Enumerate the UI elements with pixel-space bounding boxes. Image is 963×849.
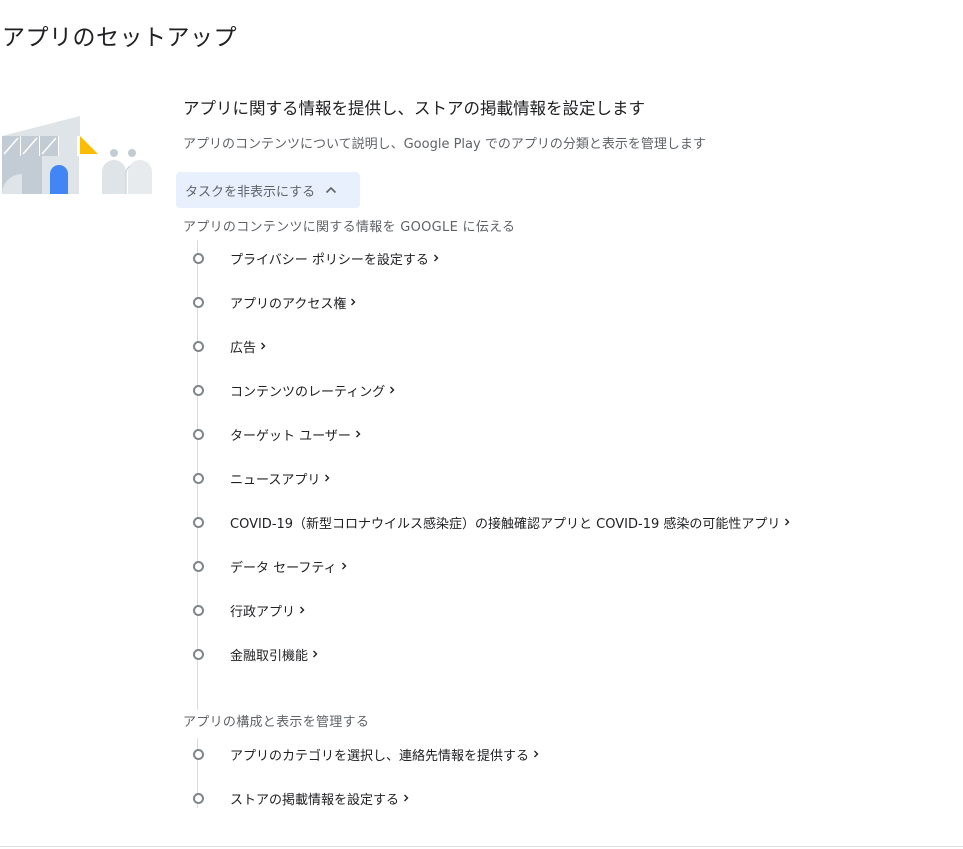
group-title-store-presence: アプリの構成と表示を管理する (183, 715, 370, 730)
setup-illustration (2, 116, 152, 194)
page-title: アプリのセットアップ (2, 25, 237, 51)
chevron-right-icon (298, 605, 306, 615)
chevron-right-icon (402, 793, 410, 803)
chevron-up-icon (324, 183, 338, 197)
chevron-right-icon (340, 561, 348, 571)
chevron-right-icon (259, 341, 267, 351)
task-item: COVID-19（新型コロナウイルス感染症）の接触確認アプリと COVID-19… (190, 511, 791, 533)
task-item: 金融取引機能 (190, 643, 319, 665)
chevron-right-icon (323, 473, 331, 483)
task-item: データ セーフティ (190, 555, 348, 577)
hide-tasks-button[interactable]: タスクを非表示にする (176, 172, 360, 208)
task-link-content-rating[interactable]: コンテンツのレーティング (230, 381, 396, 400)
group-title-content-info: アプリのコンテンツに関する情報を GOOGLE に伝える (183, 220, 516, 235)
chevron-right-icon (349, 297, 357, 307)
task-item: 広告 (190, 335, 267, 357)
task-status-circle (193, 648, 204, 660)
task-link-target-audience[interactable]: ターゲット ユーザー (230, 425, 362, 444)
task-item: ストアの掲載情報を設定する (190, 787, 410, 809)
task-status-circle (193, 428, 204, 440)
task-item: アプリのカテゴリを選択し、連絡先情報を提供する (190, 743, 540, 765)
task-item: 行政アプリ (190, 599, 306, 621)
chevron-right-icon (354, 429, 362, 439)
task-status-circle (193, 384, 204, 396)
task-status-circle (193, 792, 204, 804)
chevron-right-icon (532, 749, 540, 759)
section-heading: アプリに関する情報を提供し、ストアの掲載情報を設定します (183, 99, 645, 118)
bottom-divider (0, 846, 963, 847)
task-item: ニュースアプリ (190, 467, 331, 489)
task-status-circle (193, 472, 204, 484)
task-status-circle (193, 296, 204, 308)
chevron-right-icon (311, 649, 319, 659)
task-status-circle (193, 340, 204, 352)
section-description: アプリのコンテンツについて説明し、Google Play でのアプリの分類と表示… (183, 137, 706, 152)
task-status-circle (193, 748, 204, 760)
task-status-circle (193, 604, 204, 616)
task-status-circle (193, 560, 204, 572)
task-status-circle (193, 516, 204, 528)
task-link-ads[interactable]: 広告 (230, 337, 267, 356)
task-link-news-app[interactable]: ニュースアプリ (230, 469, 331, 488)
task-item: ターゲット ユーザー (190, 423, 362, 445)
task-link-category-contact[interactable]: アプリのカテゴリを選択し、連絡先情報を提供する (230, 745, 540, 764)
chevron-right-icon (432, 253, 440, 263)
chevron-right-icon (783, 517, 791, 527)
task-item: アプリのアクセス権 (190, 291, 357, 313)
task-link-government-apps[interactable]: 行政アプリ (230, 601, 306, 620)
chevron-right-icon (388, 385, 396, 395)
hide-tasks-label: タスクを非表示にする (185, 184, 316, 200)
task-link-covid-apps[interactable]: COVID-19（新型コロナウイルス感染症）の接触確認アプリと COVID-19… (230, 513, 791, 532)
task-link-financial-features[interactable]: 金融取引機能 (230, 645, 319, 664)
task-link-app-access[interactable]: アプリのアクセス権 (230, 293, 357, 312)
task-item: コンテンツのレーティング (190, 379, 396, 401)
task-link-data-safety[interactable]: データ セーフティ (230, 557, 348, 576)
task-link-privacy-policy[interactable]: プライバシー ポリシーを設定する (230, 249, 440, 268)
task-item: プライバシー ポリシーを設定する (190, 247, 440, 269)
task-status-circle (193, 252, 204, 264)
task-link-store-listing[interactable]: ストアの掲載情報を設定する (230, 789, 410, 808)
